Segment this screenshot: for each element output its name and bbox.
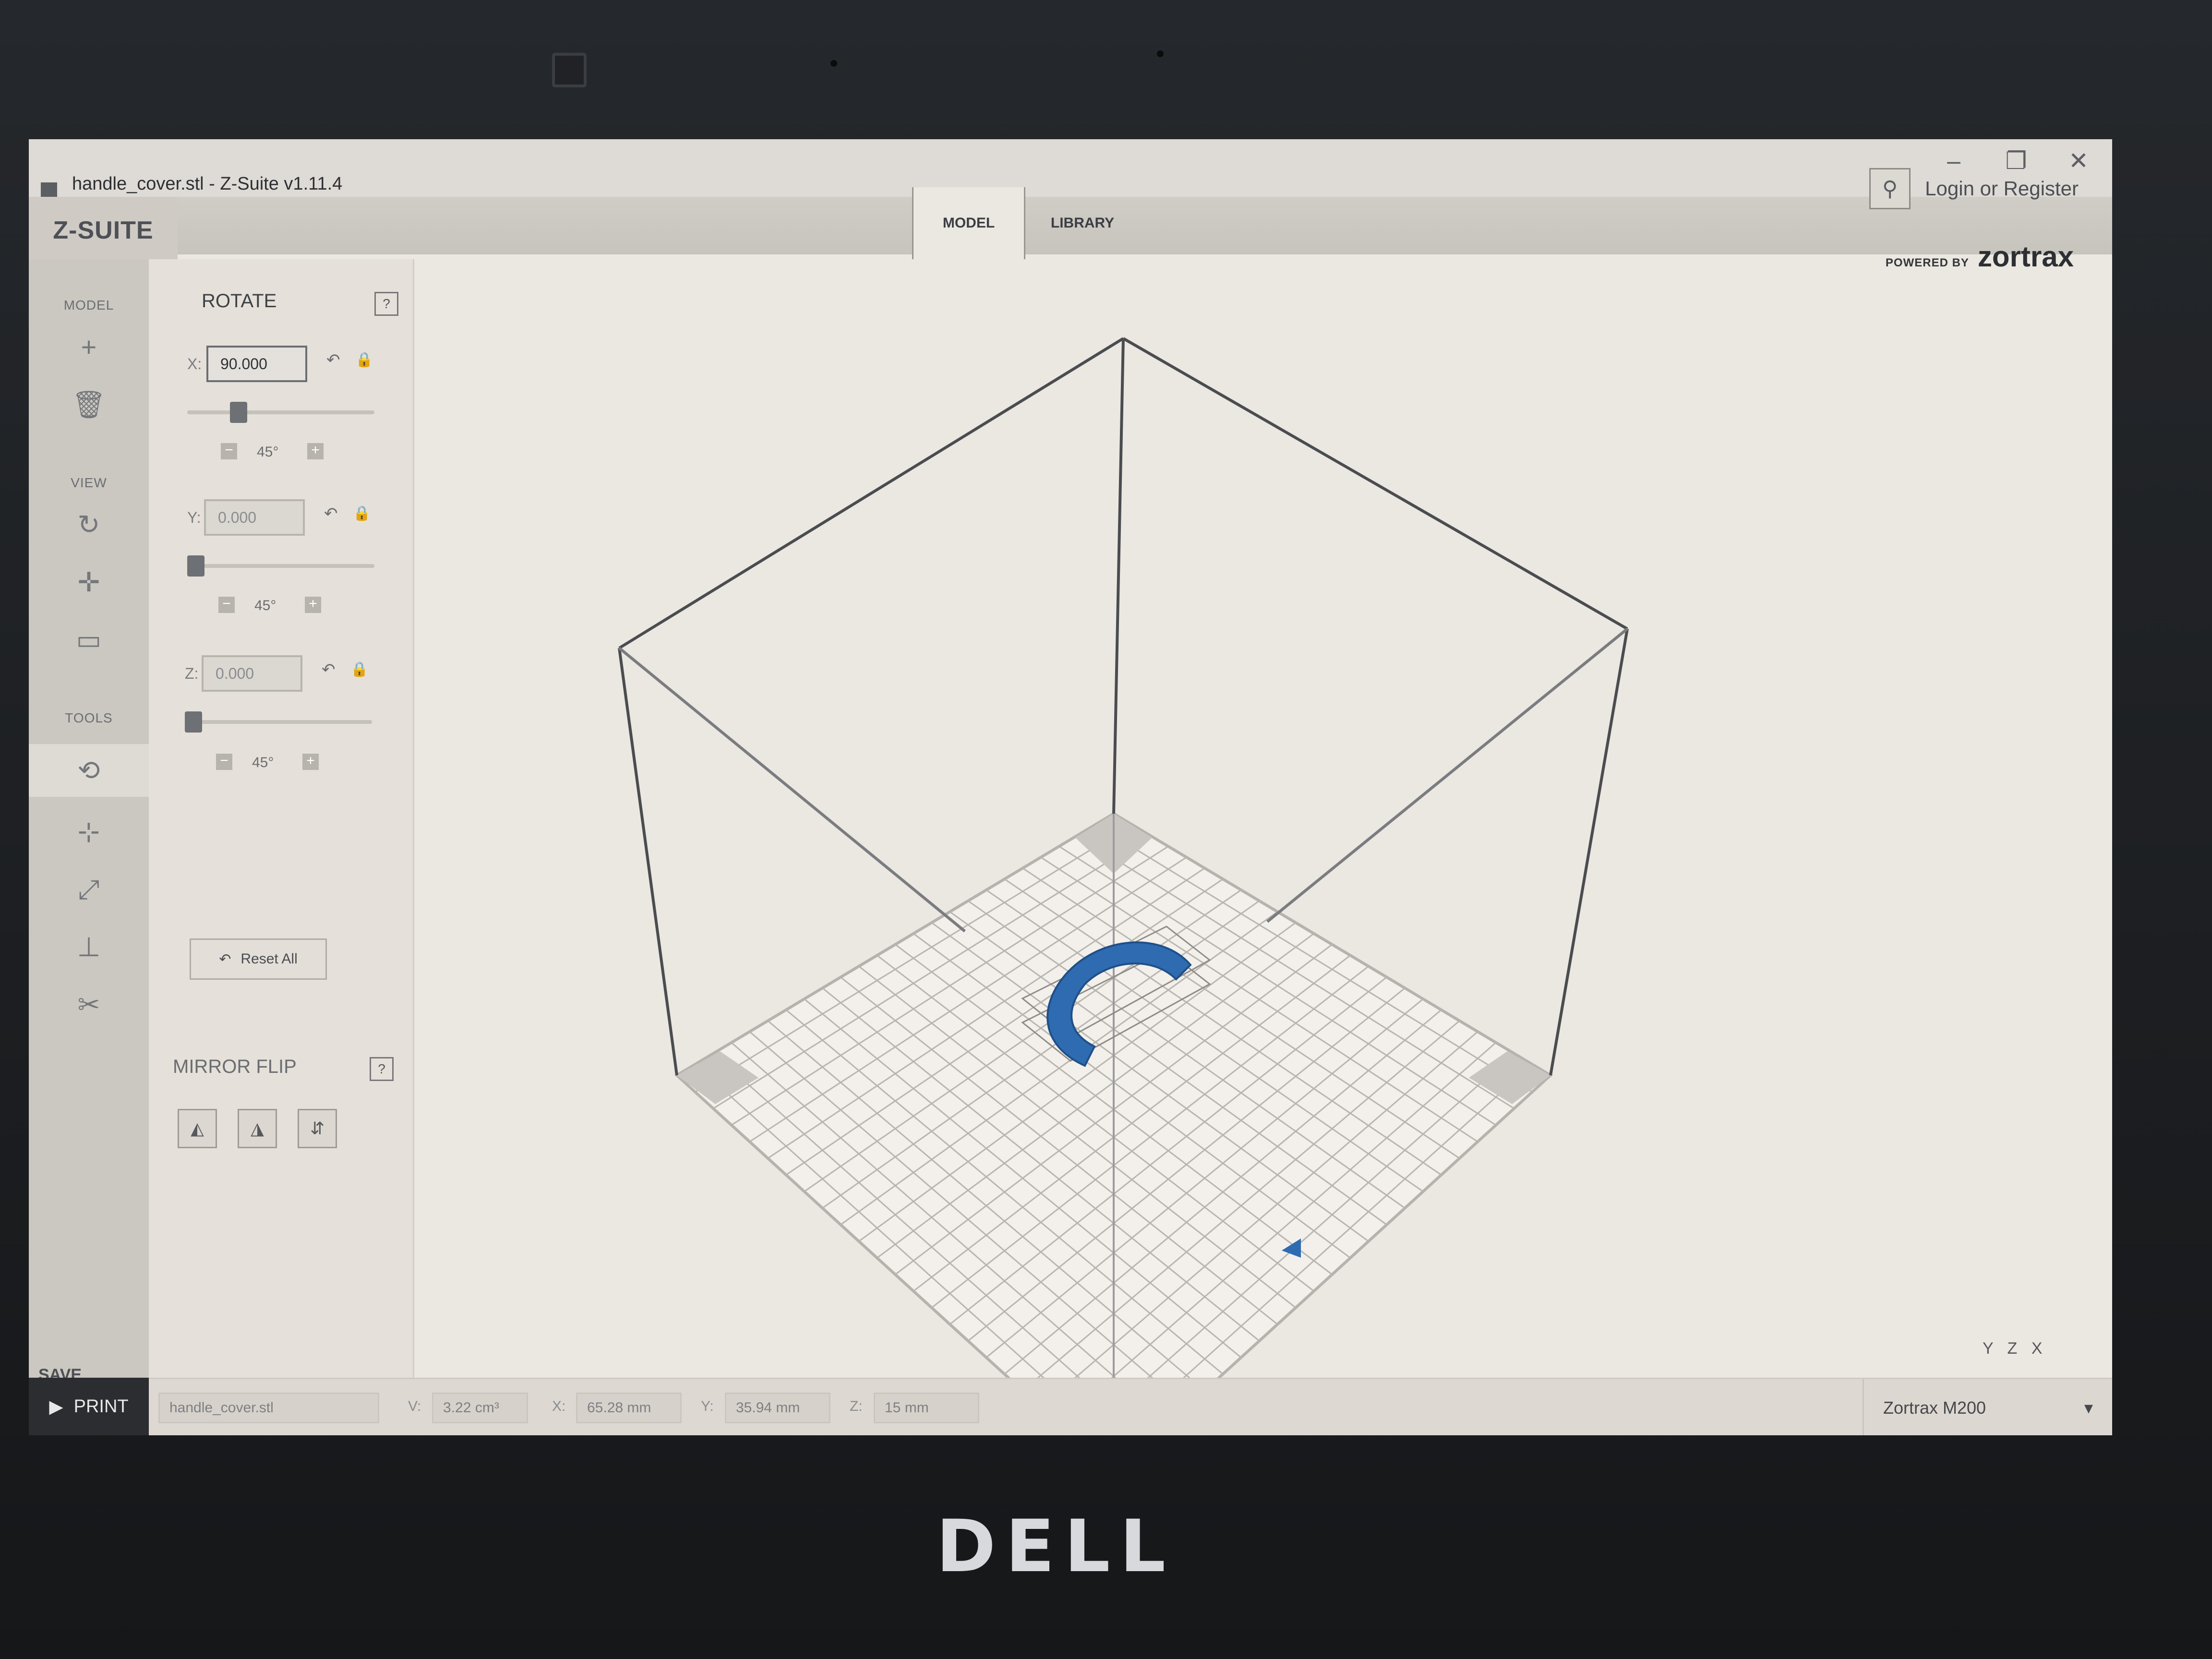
y-step-value: 45° [254, 598, 276, 613]
gizmo-x-label: X [2031, 1339, 2043, 1358]
reset-all-icon: ↶ [219, 951, 231, 967]
tool-sidebar: MODEL + 🗑 VIEW ↻ ✛ ▭ TOOLS ⟲ ⊹ ⤢ ⊥ ✂ SAV… [29, 259, 149, 1403]
dell-logo: DELL [936, 1505, 1176, 1588]
z-step-value: 45° [252, 755, 274, 770]
print-button[interactable]: ▶ PRINT [29, 1378, 149, 1435]
flip-x-icon[interactable]: ◭ [178, 1109, 217, 1148]
size-y-label: Y: [701, 1398, 714, 1414]
tab-model[interactable]: MODEL [912, 187, 1025, 259]
pan-icon[interactable]: ✛ [29, 566, 149, 598]
z-slider-knob[interactable] [185, 711, 202, 733]
axis-gizmo: Y Z X [1983, 1339, 2042, 1358]
y-axis-label: Y: [187, 509, 201, 526]
x-slider-knob[interactable] [229, 402, 247, 423]
tab-library[interactable]: LIBRARY [1027, 187, 1138, 259]
mirror-help-button[interactable]: ? [370, 1057, 394, 1081]
y-lock-icon[interactable]: 🔒 [353, 505, 371, 522]
z-axis-label: Z: [185, 665, 199, 682]
brand-logo: Z-SUITE [29, 197, 178, 264]
x-axis-label: X: [187, 355, 202, 373]
x-rotation-input[interactable]: 90.000 [206, 346, 307, 382]
move-icon[interactable]: ⊹ [29, 816, 149, 848]
y-increment-button[interactable]: + [305, 597, 321, 613]
login-label: Login or Register [1925, 177, 2079, 200]
printer-select[interactable]: Zortrax M200 ▾ [1863, 1379, 2112, 1435]
sensor-dot [1157, 50, 1164, 57]
z-decrement-button[interactable]: − [216, 754, 232, 770]
rotate-help-button[interactable]: ? [374, 292, 398, 316]
chevron-down-icon: ▾ [2084, 1398, 2093, 1418]
cut-icon[interactable]: ✂ [29, 989, 149, 1021]
app-window: handle_cover.stl - Z-Suite v1.11.4 – ❐ ✕… [29, 139, 2112, 1435]
flip-z-icon[interactable]: ⇵ [298, 1109, 337, 1148]
x-slider-track[interactable] [187, 410, 374, 414]
y-decrement-button[interactable]: − [218, 597, 235, 613]
login-register-button[interactable]: ⚲ Login or Register [1869, 168, 2079, 209]
3d-viewport[interactable]: Y Z X [413, 259, 2112, 1435]
play-icon: ▶ [49, 1396, 63, 1417]
size-z-value: 15 mm [874, 1393, 979, 1423]
add-icon[interactable]: + [29, 331, 149, 362]
x-increment-button[interactable]: + [307, 443, 324, 459]
section-model-heading: MODEL [63, 298, 114, 313]
trash-icon[interactable]: 🗑 [29, 389, 149, 421]
gizmo-z-label: Z [2007, 1339, 2018, 1358]
section-tools-heading: TOOLS [65, 710, 113, 725]
sensor-dot [830, 60, 837, 67]
gizmo-y-label: Y [1983, 1339, 1994, 1358]
x-step-value: 45° [257, 444, 279, 460]
x-reset-icon[interactable]: ↶ [326, 350, 340, 370]
flip-y-icon[interactable]: ◮ [238, 1109, 277, 1148]
volume-value: 3.22 cm³ [432, 1393, 528, 1423]
user-icon: ⚲ [1869, 168, 1911, 209]
reset-all-button[interactable]: ↶ Reset All [190, 938, 327, 980]
camera-icon[interactable]: ▭ [29, 624, 149, 656]
size-x-value: 65.28 mm [576, 1393, 682, 1423]
z-increment-button[interactable]: + [302, 754, 319, 770]
z-slider-track[interactable] [185, 720, 372, 724]
rotate-title: ROTATE [202, 290, 277, 312]
scale-icon[interactable]: ⤢ [29, 874, 149, 906]
volume-label: V: [408, 1398, 421, 1414]
z-rotation-input[interactable]: 0.000 [202, 655, 302, 692]
x-lock-icon[interactable]: 🔒 [355, 351, 373, 368]
y-slider-track[interactable] [187, 564, 374, 568]
size-z-label: Z: [850, 1398, 863, 1414]
size-x-label: X: [552, 1398, 566, 1414]
section-view-heading: VIEW [71, 475, 107, 490]
size-y-value: 35.94 mm [725, 1393, 830, 1423]
app-icon [41, 182, 57, 199]
rotate-panel: ROTATE ? X: 90.000 ↶ 🔒 − 45° + Y: 0.000 … [149, 259, 414, 1382]
window-title: handle_cover.stl - Z-Suite v1.11.4 [72, 174, 343, 194]
printer-name: Zortrax M200 [1883, 1398, 1986, 1418]
status-bar: handle_cover.stl V: 3.22 cm³ X: 65.28 mm… [149, 1378, 2112, 1435]
mirror-flip-title: MIRROR FLIP [173, 1056, 297, 1077]
file-name-field: handle_cover.stl [158, 1393, 379, 1423]
print-label: PRINT [73, 1396, 129, 1417]
z-reset-icon[interactable]: ↶ [322, 660, 336, 679]
x-decrement-button[interactable]: − [221, 443, 237, 459]
rotate-view-icon[interactable]: ↻ [29, 509, 149, 541]
reset-all-label: Reset All [240, 951, 298, 967]
webcam [552, 53, 587, 87]
y-reset-icon[interactable]: ↶ [324, 504, 338, 523]
build-volume [618, 337, 1629, 1435]
rotate-tool-icon[interactable]: ⟲ [29, 744, 149, 797]
y-slider-knob[interactable] [187, 555, 204, 577]
place-icon[interactable]: ⊥ [29, 931, 149, 963]
y-rotation-input[interactable]: 0.000 [204, 499, 305, 536]
z-lock-icon[interactable]: 🔒 [350, 661, 368, 678]
